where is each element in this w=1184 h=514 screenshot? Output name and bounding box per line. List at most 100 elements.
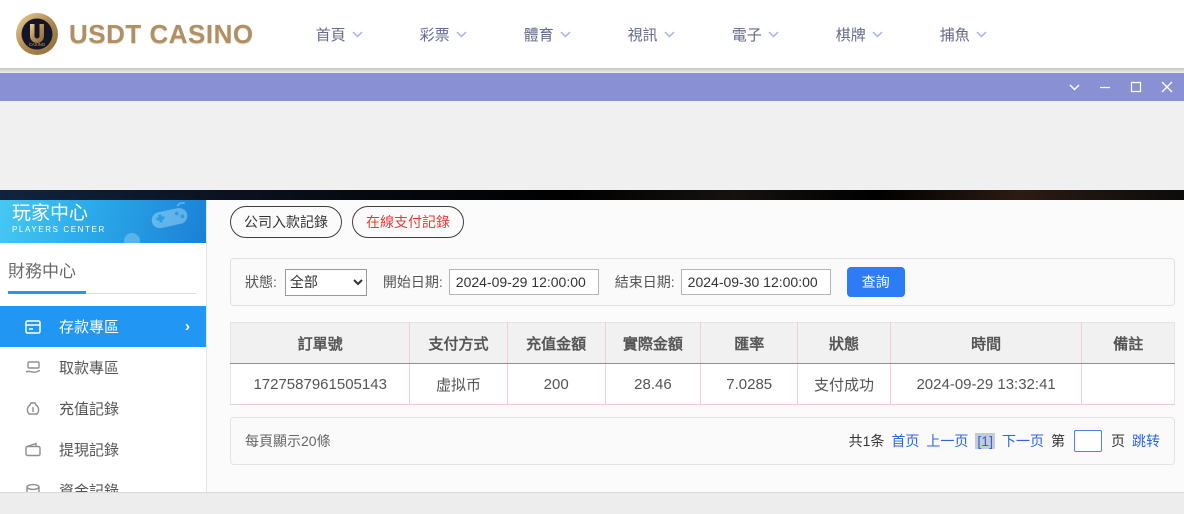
window-titlebar: [0, 73, 1184, 101]
sidebar-item-funds-record[interactable]: 資金記錄: [0, 470, 206, 492]
column-header: 時間: [889, 322, 1082, 364]
chevron-down-icon: [768, 30, 779, 38]
nav-item-home[interactable]: 首頁: [316, 24, 363, 45]
nav-item-slots[interactable]: 電子: [732, 24, 779, 45]
wallet-icon: [24, 441, 42, 459]
sidebar-header: 玩家中心 PLAYERS CENTER: [0, 200, 206, 243]
status-label: 狀態:: [245, 274, 277, 290]
prev-page-link[interactable]: 上一页: [926, 431, 968, 451]
nav-item-label: 捕魚: [939, 26, 970, 44]
usdt-logo-icon: CASINO: [14, 11, 60, 57]
chevron-right-icon: ›: [185, 318, 190, 335]
column-header: 備註: [1081, 322, 1175, 364]
chevron-down-icon: [1068, 83, 1080, 91]
table-cell: 7.0285: [700, 363, 798, 405]
table-cell: 支付成功: [797, 363, 891, 405]
pager-controls: 共1条 首页 上一页 [1] 下一页 第 页 跳转: [849, 430, 1160, 452]
status-select[interactable]: 全部: [284, 268, 367, 296]
window-chevron-down-button[interactable]: [1066, 79, 1082, 95]
sidebar-item-withdraw-record[interactable]: 提現記錄: [0, 429, 206, 470]
sidebar-item-label: 取款專區: [59, 360, 120, 377]
content-row: 玩家中心 PLAYERS CENTER 財務中心 存款專區 › 取款專區充值記錄提現…: [0, 200, 1184, 492]
window-close-button[interactable]: [1159, 79, 1175, 95]
deposit-card-icon: [24, 318, 42, 336]
svg-text:CASINO: CASINO: [29, 42, 46, 47]
column-header: 支付方式: [409, 322, 508, 364]
main-nav: 首頁 彩票 體育 視訊 電子 棋牌 捕魚: [316, 24, 987, 45]
record-tabs: 公司入款記錄 在線支付記錄: [230, 206, 1175, 238]
window-minimize-button[interactable]: [1097, 79, 1113, 95]
column-header: 狀態: [797, 322, 891, 364]
nav-item-label: 體育: [523, 26, 554, 44]
payment-records-table: 訂單號 支付方式 充值金額 實際金額 匯率 狀態 時間 備註 1727587961505143…: [230, 322, 1175, 405]
nav-item-live[interactable]: 視訊: [628, 24, 675, 45]
jump-prefix-label: 第: [1051, 433, 1065, 449]
nav-item-lottery[interactable]: 彩票: [420, 24, 467, 45]
sidebar-item-label: 提現記錄: [59, 442, 120, 459]
start-date-label: 開始日期:: [382, 274, 443, 290]
start-date-input[interactable]: [448, 269, 599, 295]
minimize-icon: [1098, 80, 1112, 94]
nav-item-board[interactable]: 棋牌: [836, 24, 883, 45]
column-header: 實際金額: [604, 322, 701, 364]
jump-link[interactable]: 跳转: [1132, 431, 1160, 451]
tab-company-deposit-records[interactable]: 公司入款記錄: [230, 206, 342, 238]
table-body: 1727587961505143 虚拟币 200 28.46 7.0285 支付成功 202…: [230, 363, 1175, 405]
withdraw-hand-icon: [24, 359, 42, 377]
sidebar-item-deposit-zone[interactable]: 存款專區 ›: [0, 306, 206, 347]
current-page-indicator[interactable]: [1]: [975, 433, 995, 449]
first-page-link[interactable]: 首页: [891, 431, 919, 451]
nav-item-sports[interactable]: 體育: [524, 24, 571, 45]
sidebar-item-label: 充值記錄: [59, 401, 120, 418]
column-header: 匯率: [700, 322, 798, 364]
end-date-label: 結束日期:: [614, 274, 675, 290]
table-cell: 1727587961505143: [230, 363, 410, 405]
chevron-down-icon: [664, 30, 675, 38]
finance-section: 財務中心: [0, 243, 206, 294]
page-jump-input[interactable]: [1074, 430, 1102, 452]
nav-item-label: 首頁: [315, 26, 346, 44]
moneybag-icon: [24, 400, 42, 418]
main-panel: 公司入款記錄在線支付記錄 狀態: 全部 開始日期: 結束日期: 查詢 訂單號支付…: [207, 200, 1184, 492]
chevron-down-icon: [560, 30, 571, 38]
gamepad-icon: [147, 200, 193, 241]
total-count-text: 共1条: [848, 433, 885, 449]
sidebar-item-withdraw-zone[interactable]: 取款專區: [0, 347, 206, 388]
column-header: 訂單號: [230, 322, 410, 364]
brand-name: USDT CASINO: [69, 18, 254, 49]
chevron-down-icon: [352, 30, 363, 38]
table-cell: 虚拟币: [409, 363, 508, 405]
pagination-panel: 每頁顯示20條 共1条 首页 上一页 [1] 下一页 第 页 跳转: [230, 417, 1175, 465]
table-cell: 2024-09-29 13:32:41: [889, 363, 1082, 405]
banner-bottom-strip: [0, 190, 1184, 200]
column-header: 充值金額: [506, 322, 606, 364]
chevron-down-icon: [872, 30, 883, 38]
sidebar-item-recharge-record[interactable]: 充值記錄: [0, 388, 206, 429]
sidebar: 玩家中心 PLAYERS CENTER 財務中心 存款專區 › 取款專區充值記錄提現…: [0, 200, 207, 492]
window-maximize-button[interactable]: [1128, 79, 1144, 95]
table-cell: [1081, 363, 1175, 405]
nav-item-label: 視訊: [627, 26, 658, 44]
brand-logo[interactable]: CASINO USDT CASINO: [14, 11, 254, 57]
chevron-down-icon: [456, 30, 467, 38]
sidebar-item-label: 資金記錄: [59, 483, 120, 492]
coins-icon: [24, 482, 42, 492]
sidebar-menu: 存款專區 › 取款專區充值記錄提現記錄資金記錄: [0, 306, 206, 492]
table-cell: 200: [506, 363, 606, 405]
end-date-input[interactable]: [680, 269, 831, 295]
top-navigation: CASINO USDT CASINO 首頁 彩票 體育 視訊 電子 棋牌 捕魚: [0, 0, 1184, 68]
tab-online-payment-records[interactable]: 在線支付記錄: [352, 206, 464, 238]
close-icon: [1160, 80, 1174, 94]
nav-item-fishing[interactable]: 捕魚: [940, 24, 987, 45]
page-size-text: 每頁顯示20條: [245, 433, 331, 449]
nav-item-label: 彩票: [419, 26, 450, 44]
table-header-row: 訂單號 支付方式 充值金額 實際金額 匯率 狀態 時間 備註: [230, 322, 1175, 364]
bubble-decoration: [124, 233, 140, 243]
chevron-down-icon: [976, 30, 987, 38]
finance-center-title: 財務中心: [8, 262, 76, 281]
next-page-link[interactable]: 下一页: [1002, 431, 1044, 451]
bottom-strip: [0, 492, 1184, 514]
table-row: 1727587961505143 虚拟币 200 28.46 7.0285 支付成功 202…: [230, 363, 1175, 405]
query-button[interactable]: 查詢: [846, 267, 905, 297]
sidebar-item-label: 存款專區: [59, 319, 120, 336]
